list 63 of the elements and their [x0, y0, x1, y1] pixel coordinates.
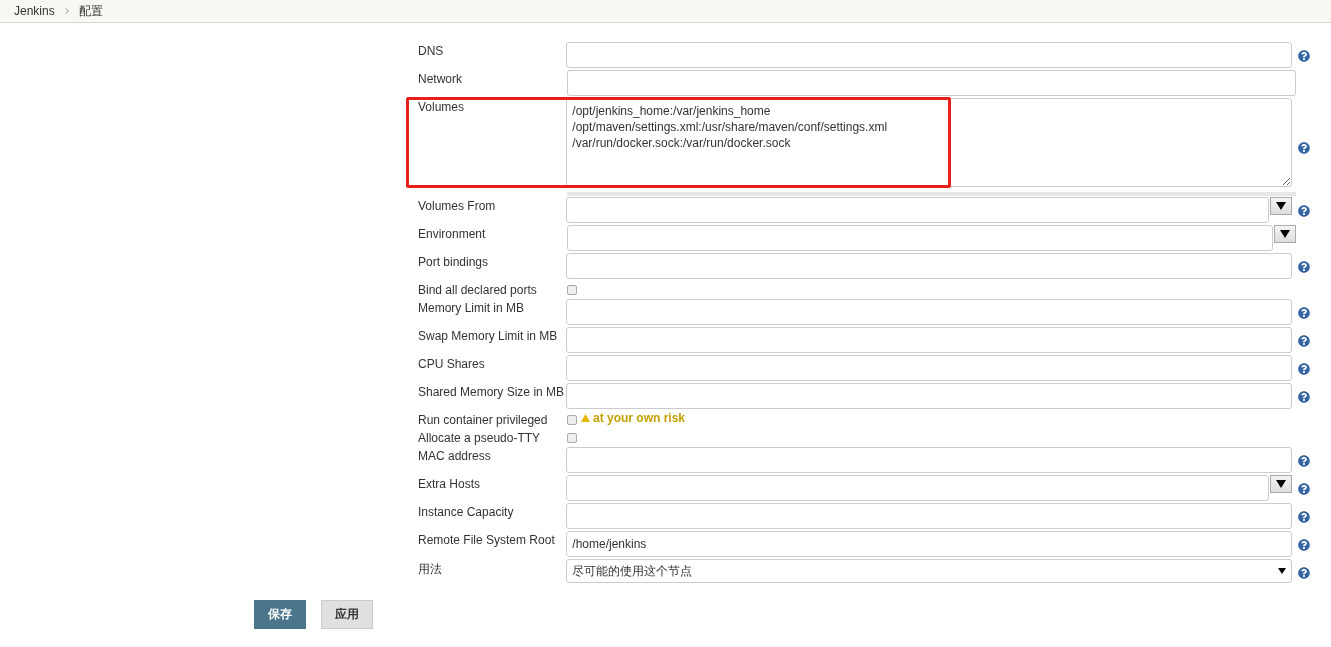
- text-field[interactable]: [566, 42, 1292, 68]
- caret-icon: [1278, 568, 1286, 574]
- textarea-field[interactable]: /opt/jenkins_home:/var/jenkins_home /opt/maven/settings.xml:/usr/share/maven/conf/settings.xml /var/run/docker.sock:/var/run/docker.sock: [566, 98, 1292, 187]
- text-field[interactable]: [566, 355, 1292, 381]
- field-label: Volumes: [417, 99, 466, 114]
- field-label: Remote File System Root: [417, 532, 556, 547]
- help-icon[interactable]: [1298, 483, 1310, 495]
- help-icon[interactable]: [1298, 261, 1310, 273]
- help-icon[interactable]: [1298, 511, 1310, 523]
- field-label: Extra Hosts: [417, 476, 481, 491]
- combo-field[interactable]: [566, 197, 1270, 223]
- dropdown-button[interactable]: [1270, 197, 1292, 215]
- checkbox[interactable]: [567, 415, 577, 425]
- field-label: Instance Capacity: [417, 504, 515, 519]
- text-field[interactable]: [566, 299, 1292, 325]
- checkbox[interactable]: [567, 285, 577, 295]
- text-field[interactable]: [566, 503, 1292, 529]
- help-icon[interactable]: [1298, 335, 1310, 347]
- dropdown-button[interactable]: [1270, 475, 1292, 493]
- caret-icon: [1280, 230, 1290, 238]
- text-field[interactable]: [567, 70, 1296, 96]
- help-icon[interactable]: [1298, 141, 1310, 154]
- field-label: Memory Limit in MB: [417, 300, 525, 315]
- text-field[interactable]: /home/jenkins: [566, 531, 1292, 557]
- field-label: 用法: [417, 561, 443, 578]
- help-icon[interactable]: [1298, 363, 1310, 375]
- caret-icon: [1276, 202, 1287, 210]
- dropdown-button[interactable]: [1274, 225, 1296, 243]
- chevron-icon: [64, 8, 69, 14]
- combo-field[interactable]: [567, 225, 1273, 251]
- field-label: Bind all declared ports: [417, 282, 538, 297]
- help-icon[interactable]: [1298, 50, 1310, 62]
- text-field[interactable]: [566, 447, 1292, 473]
- field-label: Network: [417, 71, 463, 86]
- text-field[interactable]: [566, 383, 1292, 409]
- field-label: Swap Memory Limit in MB: [417, 328, 559, 343]
- caret-icon: [1276, 480, 1287, 488]
- warning-label: at your own risk: [593, 411, 686, 425]
- text-field[interactable]: [566, 253, 1292, 279]
- help-icon[interactable]: [1298, 205, 1310, 217]
- field-label: Allocate a pseudo-TTY: [417, 430, 542, 445]
- field-label: DNS: [417, 43, 445, 58]
- help-icon[interactable]: [1298, 567, 1310, 579]
- field-label: Volumes From: [417, 198, 497, 213]
- checkbox[interactable]: [567, 433, 577, 443]
- field-label: Shared Memory Size in MB: [417, 384, 566, 399]
- apply-button[interactable]: 应用: [321, 600, 373, 629]
- save-button[interactable]: 保存: [254, 600, 306, 629]
- select-field[interactable]: 尽可能的使用这个节点: [566, 559, 1292, 583]
- field-label: CPU Shares: [417, 356, 486, 371]
- help-icon[interactable]: [1298, 539, 1310, 551]
- help-icon[interactable]: [1298, 307, 1310, 319]
- field-label: Port bindings: [417, 254, 490, 269]
- warning-icon: [581, 414, 590, 422]
- field-label: MAC address: [417, 448, 492, 463]
- breadcrumb-link[interactable]: 配置: [78, 2, 103, 20]
- text-field[interactable]: [566, 327, 1292, 353]
- help-icon[interactable]: [1298, 455, 1310, 467]
- combo-field[interactable]: [566, 475, 1270, 501]
- help-icon[interactable]: [1298, 391, 1310, 403]
- field-label: Run container privileged: [417, 412, 549, 427]
- field-label: Environment: [417, 226, 487, 241]
- breadcrumb-link[interactable]: Jenkins: [14, 4, 55, 18]
